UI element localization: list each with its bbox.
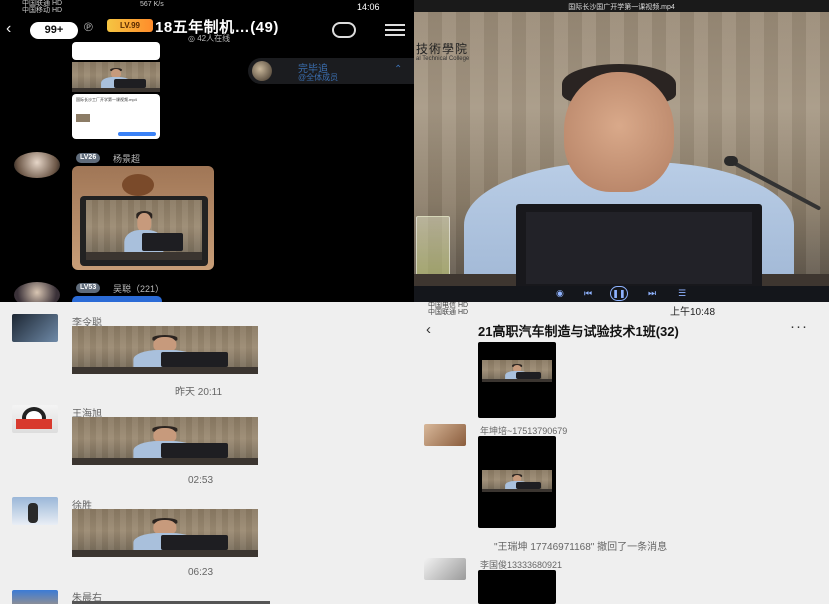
college-banner: 技術學院 xyxy=(416,42,469,56)
status-carriers: 中国电信 HD 中国联通 HD xyxy=(428,302,468,316)
unread-count-badge[interactable]: 99+ xyxy=(30,22,78,39)
laptop-screen xyxy=(526,212,752,284)
avatar[interactable] xyxy=(14,152,60,178)
group-level-badge: LV.99 xyxy=(107,19,153,32)
next-icon[interactable]: ⏭ xyxy=(648,288,656,299)
wechat-class-chat-panel: 中国电信 HD 中国联通 HD 上午10:48 ‹ 21高职汽车制造与试验技术1… xyxy=(414,302,829,604)
notice-line-2: @全体成员 xyxy=(298,73,339,82)
message-time: 02:53 xyxy=(188,475,214,486)
member-name: 杨景超 xyxy=(113,154,141,164)
status-carrier-1: 中国电信 HD xyxy=(428,302,469,309)
screenshot-message[interactable] xyxy=(478,570,556,604)
message-time: 昨天 20:11 xyxy=(175,387,223,398)
member-level-tag: LV26 xyxy=(76,153,101,163)
chevron-up-icon: ⌃ xyxy=(394,64,403,75)
back-arrow-icon[interactable]: ‹ xyxy=(426,321,431,338)
more-options-icon[interactable]: ··· xyxy=(790,318,808,335)
wechat-group-chat-panel: 李令聪 昨天 20:11 王海旭 02:53 徐胜 06:23 朱晨右 xyxy=(0,302,414,604)
file-open-button[interactable] xyxy=(118,132,156,136)
avatar[interactable] xyxy=(12,497,58,525)
notice-avatar xyxy=(252,61,272,81)
video-frame[interactable]: 技術學院 al Technical College xyxy=(414,12,829,286)
shared-video-thumb[interactable] xyxy=(72,62,160,92)
avatar[interactable] xyxy=(424,424,466,446)
file-thumbnail xyxy=(76,114,90,122)
p-icon: ℗ xyxy=(84,20,93,34)
video-message[interactable] xyxy=(72,509,258,557)
pause-button[interactable]: ❚❚ xyxy=(610,286,628,301)
screenshot-message[interactable] xyxy=(478,342,556,418)
bowl-image xyxy=(122,174,154,196)
video-message[interactable] xyxy=(72,326,258,374)
previous-icon[interactable]: ⏮ xyxy=(584,288,592,299)
avatar[interactable] xyxy=(424,558,466,580)
avatar[interactable] xyxy=(12,405,58,433)
microphone-icon xyxy=(724,156,738,166)
qq-group-chat-panel: 中国联通 HD 中国移动 HD 567 K/s 14:06 ‹ 99+ ℗ LV… xyxy=(0,0,414,302)
group-notice-banner[interactable]: 完毕追 @全体成员 ⌃ xyxy=(248,58,414,84)
video-message[interactable] xyxy=(72,417,258,465)
screenshot-video xyxy=(482,470,552,492)
member-level-tag: LV53 xyxy=(76,283,101,293)
menu-icon[interactable] xyxy=(385,24,405,36)
share-icon[interactable] xyxy=(332,22,356,38)
chat-title: 21高职汽车制造与试验技术1班(32) xyxy=(478,324,679,339)
shared-file-caption: 国际长沙工厂开学第一课视频.mp4 xyxy=(76,97,137,102)
status-time: 上午10:48 xyxy=(670,307,716,318)
message-time: 06:23 xyxy=(188,567,214,578)
shared-file-card[interactable]: 国际长沙工厂开学第一课视频.mp4 xyxy=(72,94,160,139)
recall-notice: "王瑞坤 17746971168" 撤回了一条消息 xyxy=(494,542,668,553)
back-arrow-icon[interactable]: ‹ xyxy=(6,20,11,38)
screenshot-video xyxy=(482,360,552,382)
person-silhouette xyxy=(28,503,38,523)
speaker-head xyxy=(564,72,674,192)
member-name: 吴聪（221） xyxy=(113,284,165,294)
photo-message[interactable] xyxy=(72,166,214,270)
red-badge xyxy=(16,419,52,429)
shared-doc-card-top[interactable] xyxy=(72,42,160,60)
college-banner-sub: al Technical College xyxy=(416,56,470,62)
status-carrier-2: 中国移动 HD xyxy=(22,7,63,14)
volume-icon[interactable]: ◉ xyxy=(556,288,564,299)
status-speed: 567 K/s xyxy=(140,1,164,8)
status-carrier-2: 中国联通 HD xyxy=(428,309,469,316)
screenshot-message[interactable] xyxy=(478,436,556,528)
avatar[interactable] xyxy=(12,314,58,342)
online-count: ◎ 42人在线 xyxy=(188,34,231,43)
video-file-title: 国际长沙国广开学第一课视频.mp4 xyxy=(568,4,675,11)
member-count: (49) xyxy=(250,19,279,36)
video-player-panel: 国际长沙国广开学第一课视频.mp4 技術學院 al Technical Coll… xyxy=(414,0,829,302)
playlist-icon[interactable]: ☰ xyxy=(678,288,686,299)
tablet-video xyxy=(86,200,202,260)
status-time: 14:06 xyxy=(357,2,380,12)
avatar[interactable] xyxy=(12,590,58,604)
online-count-text: 42人在线 xyxy=(197,34,231,43)
avatar[interactable] xyxy=(14,282,60,302)
